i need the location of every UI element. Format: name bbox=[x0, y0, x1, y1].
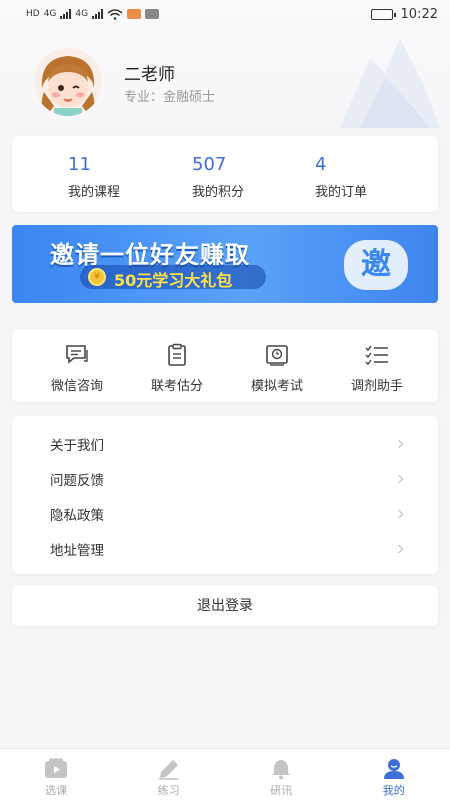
menu-item-privacy[interactable]: 隐私政策 bbox=[12, 496, 438, 531]
stat-points[interactable]: 507 我的积分 bbox=[135, 136, 258, 212]
stat-value: 11 bbox=[68, 154, 91, 175]
menu-item-label: 地址管理 bbox=[50, 542, 104, 559]
tab-label: 我的 bbox=[382, 784, 405, 797]
checklist-icon bbox=[365, 345, 388, 366]
clipboard-icon bbox=[168, 343, 186, 366]
quick-actions: 微信咨询 联考估分 模拟考试 调剂助手 bbox=[12, 330, 438, 402]
chevron-right-icon bbox=[394, 509, 404, 518]
quick-mock-exam[interactable]: 模拟考试 bbox=[227, 330, 327, 402]
stat-label: 我的订单 bbox=[315, 185, 368, 200]
profile-major-label: 专业： bbox=[124, 90, 164, 105]
chevron-right-icon bbox=[394, 544, 404, 553]
coin-icon: ¥ bbox=[88, 268, 106, 286]
chat-icon bbox=[66, 345, 88, 364]
status-time: 10:22 bbox=[400, 6, 438, 22]
stat-label: 我的积分 bbox=[192, 185, 245, 200]
menu-item-feedback[interactable]: 问题反馈 bbox=[12, 461, 438, 496]
quick-label: 微信咨询 bbox=[50, 379, 103, 394]
bell-icon bbox=[272, 760, 291, 780]
stat-courses[interactable]: 11 我的课程 bbox=[12, 136, 135, 212]
chevron-right-icon bbox=[394, 439, 404, 448]
signal-icon bbox=[60, 9, 72, 19]
invite-banner[interactable]: 邀请一位好友赚取 ¥ 50元学习大礼包 邀 bbox=[12, 225, 438, 303]
avatar[interactable] bbox=[34, 48, 102, 116]
quick-wechat-consult[interactable]: 微信咨询 bbox=[27, 330, 127, 402]
stat-orders[interactable]: 4 我的订单 bbox=[258, 136, 381, 212]
tab-label: 练习 bbox=[157, 784, 180, 797]
status-bar: HD 4G 4G 10:22 bbox=[0, 0, 450, 28]
settings-menu: 关于我们 问题反馈 隐私政策 地址管理 bbox=[12, 416, 438, 574]
invite-badge: 邀 bbox=[344, 240, 408, 290]
quick-label: 联考估分 bbox=[150, 379, 203, 394]
quick-label: 调剂助手 bbox=[350, 379, 403, 394]
wifi-icon bbox=[107, 8, 123, 20]
stat-value: 4 bbox=[315, 154, 327, 175]
profile-major: 专业：金融硕士 bbox=[124, 86, 215, 105]
menu-item-label: 隐私政策 bbox=[50, 507, 104, 524]
stats-card: 11 我的课程 507 我的积分 4 我的订单 bbox=[12, 136, 438, 212]
profile-name: 二老师 bbox=[124, 65, 175, 85]
banner-subtitle: 50元学习大礼包 bbox=[114, 271, 233, 290]
profile-major-value: 金融硕士 bbox=[163, 90, 216, 105]
menu-item-address[interactable]: 地址管理 bbox=[12, 531, 438, 566]
battery-icon bbox=[370, 8, 396, 20]
signal-icon-2 bbox=[92, 9, 104, 19]
network-type-label-2: 4G bbox=[75, 9, 89, 19]
logout-button[interactable]: 退出登录 bbox=[12, 586, 438, 626]
quick-adjust-assistant[interactable]: 调剂助手 bbox=[327, 330, 427, 402]
tab-mine[interactable]: 我的 bbox=[338, 749, 450, 800]
tab-news[interactable]: 研讯 bbox=[225, 749, 338, 800]
stat-label: 我的课程 bbox=[68, 185, 121, 200]
bottom-tab-bar: 选课 练习 研讯 我的 bbox=[0, 748, 450, 800]
network-hd-label: HD bbox=[26, 9, 40, 19]
avatar-image bbox=[34, 48, 102, 116]
status-left: HD 4G 4G bbox=[26, 8, 160, 20]
quick-label: 模拟考试 bbox=[250, 379, 303, 394]
stat-value: 507 bbox=[192, 154, 227, 175]
chevron-right-icon bbox=[394, 474, 404, 483]
tab-practice[interactable]: 练习 bbox=[113, 749, 226, 800]
menu-item-about[interactable]: 关于我们 bbox=[12, 426, 438, 461]
menu-item-label: 关于我们 bbox=[50, 437, 104, 454]
tab-label: 选课 bbox=[45, 784, 68, 797]
tab-label: 研讯 bbox=[270, 784, 293, 797]
network-type-label: 4G bbox=[43, 9, 57, 19]
user-icon bbox=[383, 759, 404, 779]
mountain-decoration bbox=[340, 38, 440, 128]
pencil-icon bbox=[158, 760, 179, 780]
menu-item-label: 问题反馈 bbox=[50, 472, 104, 489]
play-icon bbox=[45, 758, 68, 778]
exam-icon bbox=[266, 345, 288, 366]
status-right: 10:22 bbox=[370, 6, 438, 22]
notification-icon bbox=[127, 9, 142, 19]
quick-exam-estimate[interactable]: 联考估分 bbox=[127, 330, 227, 402]
message-icon bbox=[145, 9, 160, 19]
tab-courses[interactable]: 选课 bbox=[0, 749, 113, 800]
